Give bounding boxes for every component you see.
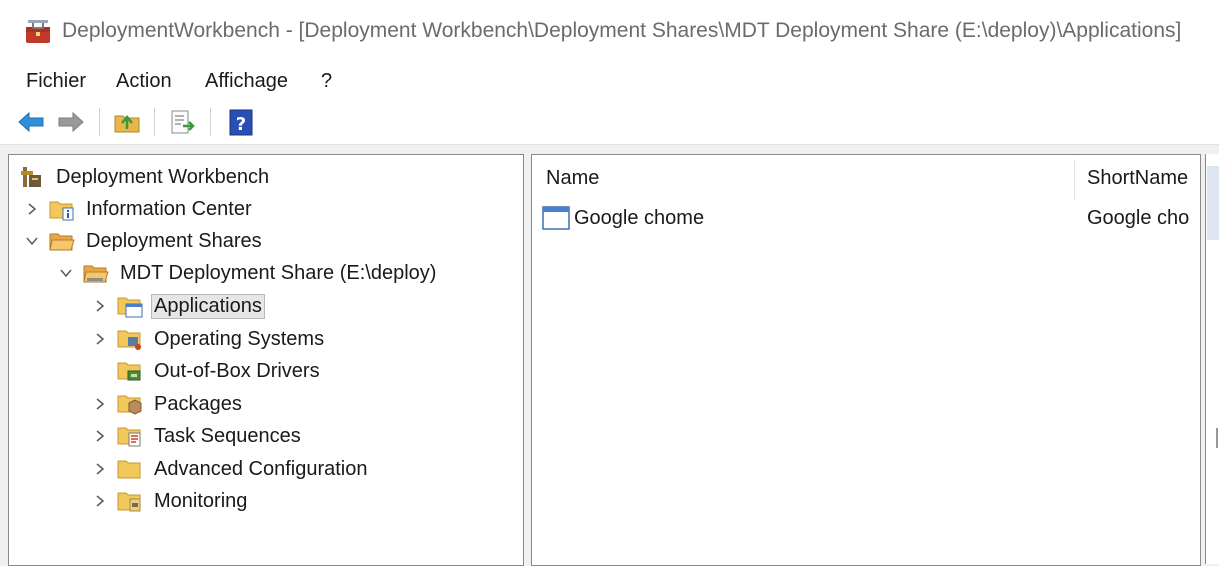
chevron-right-icon[interactable] (93, 429, 107, 443)
back-arrow-icon[interactable] (16, 107, 46, 137)
monitoring-folder-icon (117, 492, 141, 512)
up-folder-icon[interactable] (112, 107, 142, 137)
packages-folder-icon (117, 395, 142, 415)
help-icon[interactable]: ? (226, 107, 256, 137)
list-pane: Name ShortName Google chome Google cho (531, 154, 1201, 566)
title-bar: DeploymentWorkbench - [Deployment Workbe… (0, 0, 1219, 62)
column-header-name[interactable]: Name (546, 167, 599, 190)
tree-node-out-of-box-drivers[interactable]: Out-of-Box Drivers (93, 356, 323, 386)
tree-node-advanced-configuration[interactable]: Advanced Configuration (93, 454, 370, 484)
drivers-folder-icon (117, 362, 141, 381)
list-cell-name: Google chome (574, 207, 705, 229)
menu-bar: Fichier Action Affichage ? (0, 62, 1219, 100)
chevron-right-icon[interactable] (93, 494, 107, 508)
tree-node-label: Information Center (86, 197, 252, 220)
tree-node-label: MDT Deployment Share (E:\deploy) (120, 261, 437, 284)
tree-node-label: Task Sequences (154, 424, 301, 447)
menu-help[interactable]: ? (321, 70, 332, 93)
menu-affichage[interactable]: Affichage (205, 70, 288, 93)
tree-node-label: Advanced Configuration (154, 457, 368, 480)
actions-pane-mark (1216, 428, 1218, 448)
tree-node-applications[interactable]: Applications (93, 291, 265, 321)
toolbar-separator (154, 108, 155, 136)
tree-node-label: Operating Systems (154, 327, 325, 350)
tree-node-monitoring[interactable]: Monitoring (93, 486, 250, 516)
actions-pane-header (1207, 166, 1219, 240)
tree-node-task-sequences[interactable]: Task Sequences (93, 421, 304, 451)
applications-folder-icon (117, 297, 143, 318)
tree-node-packages[interactable]: Packages (93, 389, 245, 419)
chevron-right-icon[interactable] (93, 462, 107, 476)
folder-icon (117, 460, 141, 479)
list-cell-shortname: Google cho (1087, 207, 1190, 229)
chevron-down-icon[interactable] (59, 266, 73, 280)
toolbar-separator (99, 108, 100, 136)
tree-node-label: Packages (154, 392, 242, 415)
menu-action[interactable]: Action (116, 70, 172, 93)
toolbar: ? (0, 100, 1219, 145)
tree-node-deployment-workbench[interactable]: Deployment Workbench (19, 162, 272, 192)
shares-folder-icon (49, 233, 75, 251)
tree-node-label: Deployment Shares (86, 229, 262, 252)
chevron-right-icon[interactable] (93, 332, 107, 346)
chevron-right-icon[interactable] (93, 299, 107, 313)
chevron-right-icon[interactable] (93, 397, 107, 411)
column-header-shortname[interactable]: ShortName (1087, 167, 1188, 190)
tree-node-label: Out-of-Box Drivers (154, 359, 320, 382)
os-folder-icon (117, 330, 141, 350)
workbench-icon (21, 167, 41, 187)
column-divider[interactable] (1074, 159, 1075, 199)
tree-node-label: Monitoring (154, 489, 248, 512)
tree-node-operating-systems[interactable]: Operating Systems (93, 324, 327, 354)
chevron-down-icon[interactable] (25, 234, 39, 248)
tree-node-label: Deployment Workbench (56, 165, 270, 188)
application-window-icon (542, 206, 570, 230)
tree-node-information-center[interactable]: Information Center (25, 194, 255, 224)
menu-fichier[interactable]: Fichier (26, 70, 86, 93)
share-folder-icon (83, 265, 109, 283)
tree-pane: Deployment Workbench Information Center … (8, 154, 524, 566)
svg-text:?: ? (236, 114, 246, 135)
window-title: DeploymentWorkbench - [Deployment Workbe… (62, 19, 1182, 42)
tree-node-label: Applications (151, 293, 265, 319)
toolbar-separator (210, 108, 211, 136)
export-list-icon[interactable] (167, 107, 197, 137)
tree-node-mdt-deployment-share[interactable]: MDT Deployment Share (E:\deploy) (59, 258, 439, 288)
forward-arrow-icon[interactable] (56, 107, 86, 137)
info-folder-icon (49, 201, 74, 221)
list-item[interactable]: Google chome Google cho (542, 203, 1198, 235)
toolbox-app-icon (26, 20, 50, 43)
tree-node-deployment-shares[interactable]: Deployment Shares (25, 226, 265, 256)
task-sequences-folder-icon (117, 427, 141, 447)
chevron-right-icon[interactable] (25, 202, 39, 216)
